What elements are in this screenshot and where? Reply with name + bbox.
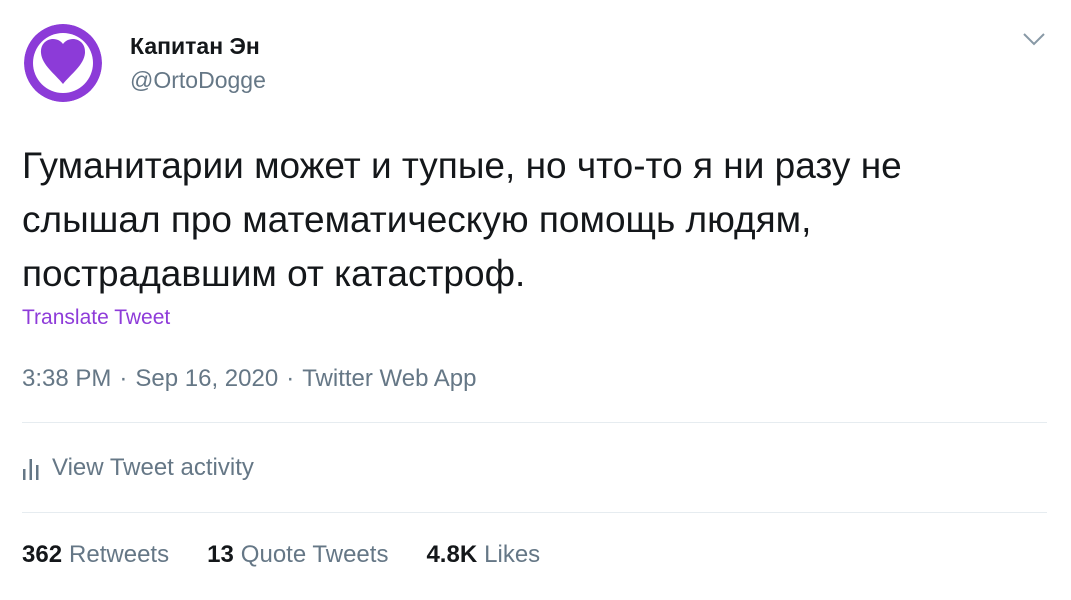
tweet-metadata: 3:38 PM · Sep 16, 2020 · Twitter Web App (22, 364, 477, 394)
author-display-name[interactable]: Капитан Эн (130, 32, 266, 60)
tweet-source[interactable]: Twitter Web App (302, 365, 476, 392)
quote-tweets-count: 13 (207, 541, 234, 568)
avatar[interactable] (24, 24, 102, 102)
tweet-card: Капитан Эн @OrtoDogge Гуманитарии может … (0, 0, 1071, 600)
author-block: Капитан Эн @OrtoDogge (130, 32, 266, 94)
tweet-date[interactable]: Sep 16, 2020 (135, 365, 278, 392)
divider (22, 422, 1047, 423)
likes-label: Likes (484, 541, 541, 568)
bar-chart-icon (23, 459, 39, 480)
view-tweet-activity-label: View Tweet activity (52, 454, 254, 481)
meta-separator: · (286, 365, 295, 392)
quote-tweets-stat[interactable]: 13 Quote Tweets (207, 541, 388, 569)
likes-count: 4.8K (426, 541, 478, 568)
meta-separator: · (119, 365, 128, 392)
retweets-label: Retweets (69, 541, 170, 568)
retweets-stat[interactable]: 362 Retweets (22, 541, 169, 569)
chevron-down-icon[interactable] (1022, 30, 1046, 48)
tweet-text: Гуманитарии может и тупые, но что-то я н… (22, 145, 902, 294)
author-handle[interactable]: @OrtoDogge (130, 66, 266, 94)
quote-tweets-label: Quote Tweets (240, 541, 389, 568)
likes-stat[interactable]: 4.8K Likes (426, 541, 540, 569)
tweet-time[interactable]: 3:38 PM (22, 365, 111, 392)
retweets-count: 362 (22, 541, 63, 568)
tweet-stats: 362 Retweets 13 Quote Tweets 4.8K Likes (22, 541, 578, 569)
divider (22, 512, 1047, 513)
view-tweet-activity-button[interactable]: View Tweet activity (22, 452, 254, 484)
heart-avatar-icon (24, 24, 102, 102)
translate-tweet-link[interactable]: Translate Tweet (22, 305, 170, 331)
